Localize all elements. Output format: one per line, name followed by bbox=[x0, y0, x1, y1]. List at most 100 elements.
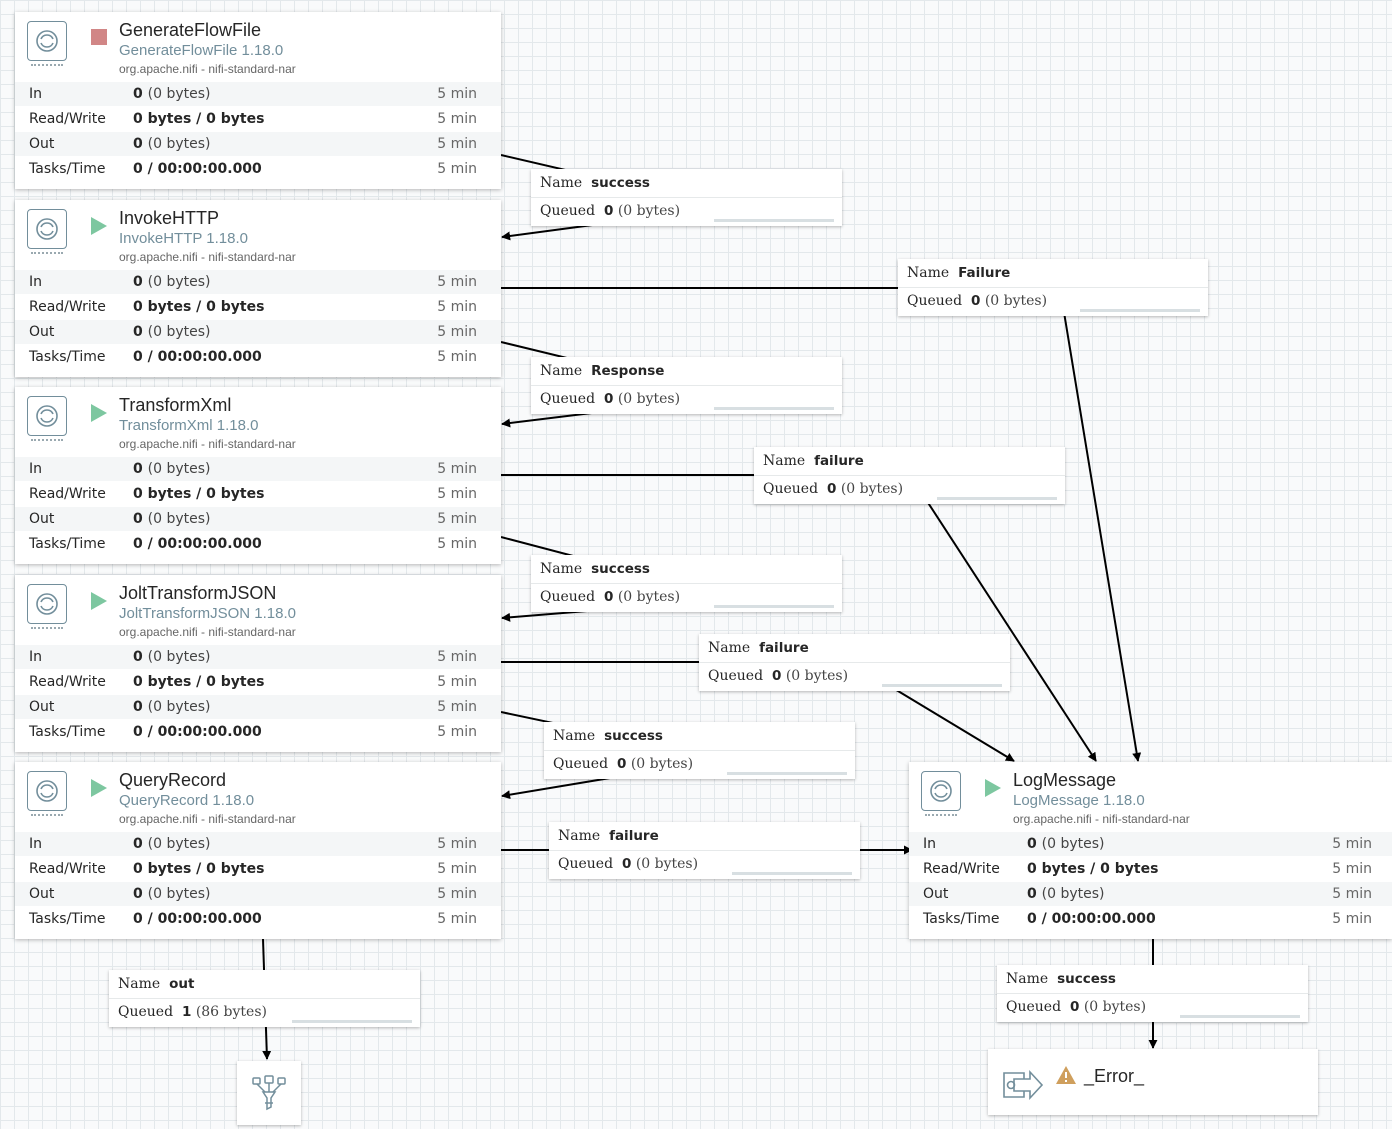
stat-bytes: (0 bytes) bbox=[1041, 836, 1105, 852]
stat-time: 5 min bbox=[437, 674, 477, 690]
connection-name: out bbox=[169, 976, 195, 992]
stat-value: 0 bbox=[133, 836, 143, 852]
processor-type: GenerateFlowFile 1.18.0 bbox=[119, 42, 284, 59]
processor-name: TransformXml bbox=[119, 395, 232, 415]
stat-value: 0 bbox=[133, 461, 143, 477]
stat-value: 0 bbox=[133, 274, 143, 290]
stat-in-row: In 0 (0 bytes) 5 min bbox=[15, 269, 501, 294]
connection-label-response[interactable]: Name Response Queued 0 (0 bytes) bbox=[531, 357, 842, 414]
stat-out-row: Out 0 (0 bytes) 5 min bbox=[15, 131, 501, 156]
processor-icon bbox=[27, 771, 67, 816]
processor-bundle: org.apache.nifi - nifi-standard-nar bbox=[119, 437, 296, 451]
connection-label-success[interactable]: Name success Queued 0 (0 bytes) bbox=[531, 555, 842, 612]
stat-label: Out bbox=[29, 136, 55, 152]
stat-bytes: (0 bytes) bbox=[147, 511, 211, 527]
connection-name: failure bbox=[609, 828, 659, 844]
stat-bytes: (0 bytes) bbox=[147, 649, 211, 665]
queued-count: 0 bbox=[603, 391, 614, 407]
processor-icon bbox=[27, 209, 67, 254]
stat-time: 5 min bbox=[1332, 861, 1372, 877]
processor-bundle: org.apache.nifi - nifi-standard-nar bbox=[119, 62, 296, 76]
connection-name-label: Name bbox=[540, 561, 583, 577]
connection-name: success bbox=[1057, 971, 1116, 987]
processor-invokehttp[interactable]: InvokeHTTP InvokeHTTP 1.18.0 org.apache.… bbox=[15, 200, 501, 377]
stat-bytes: (0 bytes) bbox=[147, 86, 211, 102]
stat-bytes: (0 bytes) bbox=[147, 274, 211, 290]
processor-generateflowfile[interactable]: GenerateFlowFile GenerateFlowFile 1.18.0… bbox=[15, 12, 501, 189]
stat-time: 5 min bbox=[1332, 911, 1372, 927]
stat-bytes: (0 bytes) bbox=[147, 699, 211, 715]
processor-name: QueryRecord bbox=[119, 770, 227, 790]
connection-label-success[interactable]: Name success Queued 0 (0 bytes) bbox=[531, 169, 842, 226]
running-state-icon bbox=[91, 217, 107, 240]
queue-progress-bar bbox=[714, 219, 834, 222]
stat-tasks-row: Tasks/Time 0 / 00:00:00.000 5 min bbox=[15, 344, 501, 369]
stat-readwrite-row: Read/Write 0 bytes / 0 bytes 5 min bbox=[15, 481, 501, 506]
stat-value: 0 bbox=[1027, 886, 1037, 902]
queued-bytes: (0 bytes) bbox=[840, 481, 904, 497]
stat-in-row: In 0 (0 bytes) 5 min bbox=[15, 831, 501, 856]
funnel[interactable] bbox=[237, 1061, 301, 1125]
connection-label-success[interactable]: Name success Queued 0 (0 bytes) bbox=[544, 722, 855, 779]
queue-progress-bar bbox=[1180, 1015, 1300, 1018]
stat-out-row: Out 0 (0 bytes) 5 min bbox=[15, 319, 501, 344]
stat-out-row: Out 0 (0 bytes) 5 min bbox=[15, 694, 501, 719]
stat-readwrite-row: Read/Write 0 bytes / 0 bytes 5 min bbox=[909, 856, 1392, 881]
connection-name: Response bbox=[591, 363, 665, 379]
stat-value: 0 / 00:00:00.000 bbox=[1027, 911, 1156, 927]
stat-value: 0 / 00:00:00.000 bbox=[133, 911, 262, 927]
stat-label: In bbox=[923, 836, 937, 852]
stat-time: 5 min bbox=[437, 649, 477, 665]
queued-count: 0 bbox=[603, 203, 614, 219]
processor-transformxml[interactable]: TransformXml TransformXml 1.18.0 org.apa… bbox=[15, 387, 501, 564]
connection-label-failure[interactable]: Name failure Queued 0 (0 bytes) bbox=[699, 634, 1010, 691]
queued-bytes: (0 bytes) bbox=[984, 293, 1048, 309]
stat-label: Out bbox=[923, 886, 949, 902]
processor-jolttransformjson[interactable]: JoltTransformJSON JoltTransformJSON 1.18… bbox=[15, 575, 501, 752]
processor-queryrecord[interactable]: QueryRecord QueryRecord 1.18.0 org.apach… bbox=[15, 762, 501, 939]
processor-icon bbox=[27, 21, 67, 66]
stat-label: Tasks/Time bbox=[29, 349, 106, 365]
stat-value: 0 / 00:00:00.000 bbox=[133, 349, 262, 365]
connection-name: success bbox=[604, 728, 663, 744]
processor-type: LogMessage 1.18.0 bbox=[1013, 792, 1145, 809]
queued-bytes: (0 bytes) bbox=[617, 203, 681, 219]
queued-label: Queued bbox=[118, 1004, 174, 1020]
connection-label-failure[interactable]: Name failure Queued 0 (0 bytes) bbox=[754, 447, 1065, 504]
stat-bytes: (0 bytes) bbox=[147, 324, 211, 340]
stat-label: Read/Write bbox=[29, 299, 106, 315]
queued-count: 0 bbox=[616, 756, 627, 772]
stat-time: 5 min bbox=[437, 161, 477, 177]
connection-label-failure[interactable]: Name failure Queued 0 (0 bytes) bbox=[549, 822, 860, 879]
stat-value: 0 bbox=[133, 886, 143, 902]
stat-time: 5 min bbox=[437, 299, 477, 315]
connection-name-label: Name bbox=[558, 828, 601, 844]
queued-count: 0 bbox=[771, 668, 782, 684]
queue-progress-bar bbox=[714, 407, 834, 410]
stat-value: 0 / 00:00:00.000 bbox=[133, 161, 262, 177]
connection-name: Failure bbox=[958, 265, 1011, 281]
connection-name-label: Name bbox=[763, 453, 806, 469]
stat-value: 0 bbox=[133, 324, 143, 340]
connection-label-failure[interactable]: Name Failure Queued 0 (0 bytes) bbox=[898, 259, 1208, 316]
queue-progress-bar bbox=[292, 1020, 412, 1023]
stat-value: 0 bytes / 0 bytes bbox=[133, 299, 265, 315]
stat-value: 0 bbox=[1027, 836, 1037, 852]
stat-time: 5 min bbox=[437, 136, 477, 152]
stat-value: 0 bytes / 0 bytes bbox=[133, 486, 265, 502]
connection-name-label: Name bbox=[118, 976, 161, 992]
stat-label: Tasks/Time bbox=[29, 161, 106, 177]
stat-readwrite-row: Read/Write 0 bytes / 0 bytes 5 min bbox=[15, 669, 501, 694]
connection-label-out[interactable]: Name out Queued 1 (86 bytes) bbox=[109, 970, 420, 1027]
processor-logmessage[interactable]: LogMessage LogMessage 1.18.0 org.apache.… bbox=[909, 762, 1392, 939]
stat-label: Tasks/Time bbox=[29, 724, 106, 740]
stat-time: 5 min bbox=[437, 724, 477, 740]
connection-label-success[interactable]: Name success Queued 0 (0 bytes) bbox=[997, 965, 1308, 1022]
running-state-icon bbox=[985, 779, 1001, 802]
output-port-error[interactable]: _Error_ bbox=[988, 1049, 1318, 1115]
stat-label: Tasks/Time bbox=[923, 911, 1000, 927]
running-state-icon bbox=[91, 779, 107, 802]
queued-label: Queued bbox=[558, 856, 614, 872]
stat-time: 5 min bbox=[437, 274, 477, 290]
stat-label: In bbox=[29, 649, 43, 665]
